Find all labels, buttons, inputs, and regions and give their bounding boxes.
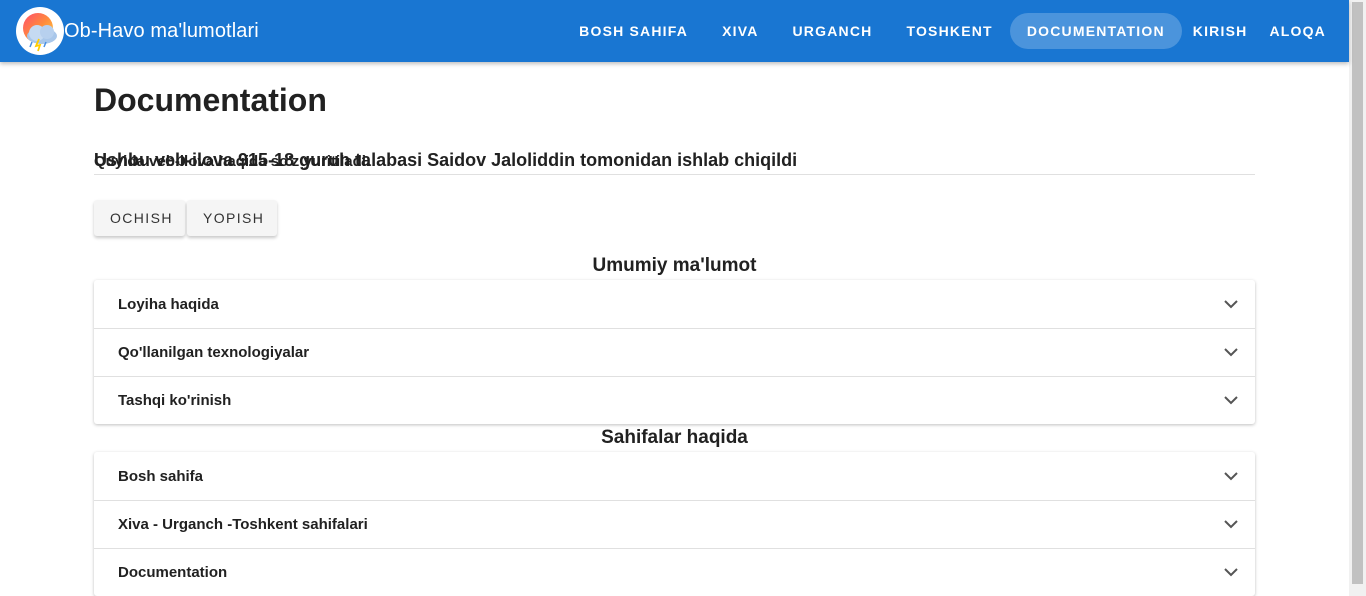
panel-label: Loyiha haqida <box>118 295 219 313</box>
chevron-down-icon <box>1219 292 1243 316</box>
section-title-pages: Sahifalar haqida <box>601 427 748 448</box>
brand-title: Ob-Havo ma'lumotlari <box>64 19 259 42</box>
scrollbar-thumb[interactable] <box>1352 2 1363 584</box>
accordion-pages: Bosh sahifa Xiva - Urganch -Toshkent sah… <box>94 452 1255 596</box>
open-all-button[interactable]: OCHISH <box>94 200 185 236</box>
panel-label: Xiva - Urganch -Toshkent sahifalari <box>118 516 368 533</box>
close-all-button[interactable]: YOPISH <box>187 200 277 236</box>
page-title: Documentation <box>94 82 327 118</box>
panel-documentation[interactable]: Documentation <box>94 548 1255 596</box>
panel-label: Documentation <box>118 564 228 581</box>
panel-loyiha-haqida[interactable]: Loyiha haqida <box>94 280 1255 328</box>
panel-bosh-sahifa[interactable]: Bosh sahifa <box>94 452 1255 500</box>
nav-xiva[interactable]: XIVA <box>705 13 775 49</box>
chevron-down-icon <box>1219 464 1243 488</box>
panel-label: Bosh sahifa <box>118 467 204 485</box>
chevron-down-icon <box>1219 561 1243 585</box>
accordion-general: Loyiha haqida Qo'llanilgan texnologiyala… <box>94 280 1255 424</box>
main-nav: BOSH SAHIFA XIVA URGANCH TOSHKENT DOCUME… <box>562 13 1337 49</box>
panel-label: Qo'llanilgan texnologiyalar <box>118 344 310 361</box>
brand-home-link[interactable]: Ob-Havo ma'lumotlari <box>16 7 259 55</box>
nav-documentation[interactable]: DOCUMENTATION <box>1009 13 1182 49</box>
nav-toshkent[interactable]: TOSHKENT <box>889 13 1009 49</box>
nav-bosh-sahifa[interactable]: BOSH SAHIFA <box>562 13 705 49</box>
nav-urganch[interactable]: URGANCH <box>776 13 890 49</box>
main-content: Documentation Ushbu veb-ilova 915-18 gur… <box>94 62 1255 596</box>
page-description: Quyida veb-ilova haqida so'z yuritiladi. <box>94 153 371 170</box>
panel-shahar-sahifalari[interactable]: Xiva - Urganch -Toshkent sahifalari <box>94 500 1255 548</box>
nav-kirish[interactable]: KIRISH <box>1182 13 1259 49</box>
panel-texnologiyalar[interactable]: Qo'llanilgan texnologiyalar <box>94 328 1255 376</box>
page-scrollbar[interactable] <box>1349 0 1366 596</box>
panel-tashqi-korinish[interactable]: Tashqi ko'rinish <box>94 376 1255 424</box>
chevron-down-icon <box>1219 513 1243 537</box>
nav-aloqa[interactable]: ALOQA <box>1258 13 1337 49</box>
app-bar: Ob-Havo ma'lumotlari BOSH SAHIFA XIVA UR… <box>0 0 1349 62</box>
expand-controls: OCHISH YOPISH <box>94 200 279 236</box>
weather-logo-icon <box>16 7 64 55</box>
section-title-general: Umumiy ma'lumot <box>592 255 757 276</box>
divider <box>94 174 1255 175</box>
chevron-down-icon <box>1219 389 1243 413</box>
panel-label: Tashqi ko'rinish <box>118 392 232 409</box>
chevron-down-icon <box>1219 341 1243 365</box>
